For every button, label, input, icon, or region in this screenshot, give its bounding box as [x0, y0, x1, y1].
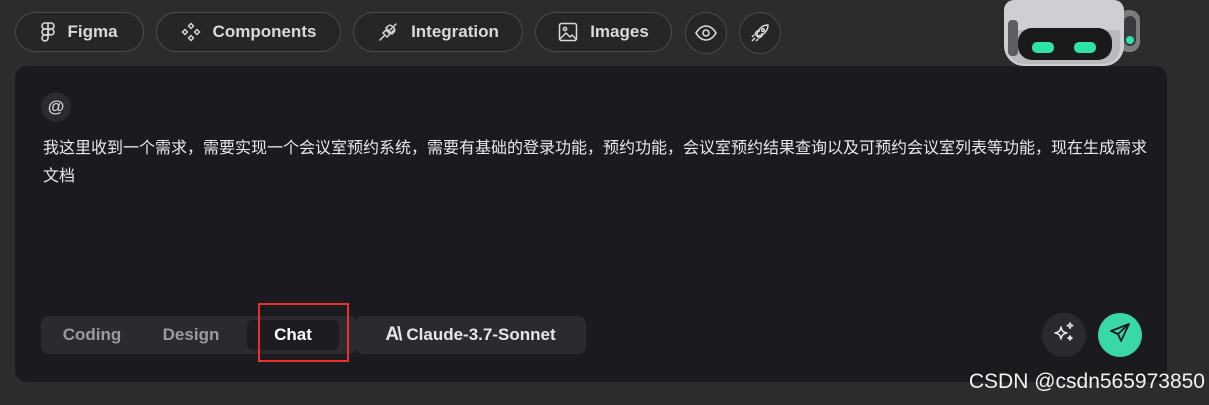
tab-coding[interactable]: Coding — [51, 320, 133, 350]
prompt-input[interactable]: 我这里收到一个需求，需要实现一个会议室预约系统，需要有基础的登录功能，预约功能，… — [43, 134, 1147, 190]
images-label: Images — [590, 22, 649, 41]
components-label: Components — [212, 22, 317, 41]
components-button[interactable]: Components — [156, 12, 341, 52]
rocket-icon — [750, 23, 770, 43]
preview-button[interactable] — [685, 12, 727, 54]
send-button[interactable] — [1098, 313, 1142, 357]
robot-mascot — [1000, 0, 1148, 68]
sparkle-icon — [1052, 321, 1076, 350]
image-icon — [558, 22, 578, 42]
figma-icon — [41, 22, 56, 42]
integration-label: Integration — [411, 22, 499, 41]
watermark: CSDN @csdn565973850 — [968, 370, 1205, 393]
tab-design[interactable]: Design — [149, 320, 233, 350]
deploy-button[interactable] — [739, 12, 781, 54]
images-button[interactable]: Images — [535, 12, 672, 52]
app-root: Figma Components Integration Images @ 我这… — [0, 0, 1209, 405]
integration-button[interactable]: Integration — [353, 12, 523, 52]
plug-icon — [377, 21, 399, 43]
send-icon — [1109, 322, 1131, 349]
at-icon: @ — [47, 97, 65, 116]
model-label: Claude-3.7-Sonnet — [406, 325, 556, 344]
figma-button[interactable]: Figma — [15, 12, 144, 52]
enhance-prompt-button[interactable] — [1042, 313, 1086, 357]
figma-label: Figma — [67, 22, 118, 41]
model-selector[interactable]: A\ Claude-3.7-Sonnet — [355, 316, 586, 354]
components-icon — [181, 22, 201, 42]
eye-icon — [695, 25, 717, 41]
chat-composer: @ 我这里收到一个需求，需要实现一个会议室预约系统，需要有基础的登录功能，预约功… — [15, 66, 1167, 382]
annotation-highlight-box — [258, 303, 349, 362]
mention-button[interactable]: @ — [41, 92, 71, 122]
anthropic-logo-icon: A\ — [385, 324, 402, 345]
